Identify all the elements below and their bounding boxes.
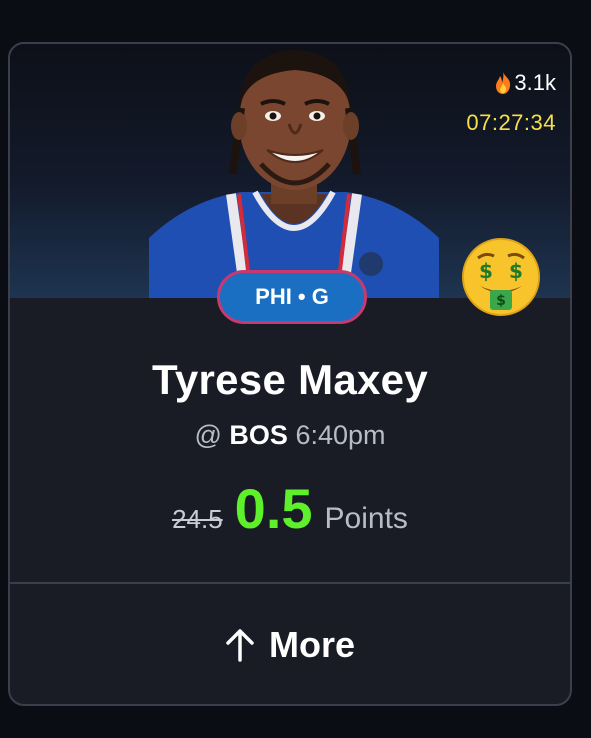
game-time: 6:40pm: [295, 420, 386, 450]
svg-text:$: $: [479, 259, 493, 283]
matchup-info: @ BOS 6:40pm: [10, 420, 570, 451]
fire-icon: [496, 72, 511, 94]
arrow-up-icon: [226, 629, 254, 662]
card-meta: 3.1k 07:27:34: [466, 70, 556, 136]
stat-type: Points: [324, 502, 408, 535]
popularity-value: 3.1k: [514, 70, 556, 95]
projection-card[interactable]: 3.1k 07:27:34 $ $ $ PHI • G Tyrese Maxey…: [8, 42, 572, 706]
more-label: More: [268, 624, 355, 665]
popularity-count: 3.1k: [466, 70, 556, 96]
projection-line: 24.5 0.5 Points: [10, 476, 570, 541]
matchup-prefix: @: [194, 420, 222, 450]
more-button[interactable]: More: [10, 584, 570, 704]
team-position-badge: PHI • G: [217, 270, 367, 324]
svg-text:$: $: [496, 293, 506, 309]
original-line: 24.5: [172, 504, 223, 534]
player-name: Tyrese Maxey: [151, 356, 428, 403]
discounted-line: 0.5: [234, 477, 313, 540]
page-edge: [581, 0, 591, 738]
countdown-timer: 07:27:34: [466, 110, 556, 135]
player-photo: [149, 44, 439, 298]
opponent-team: BOS: [229, 420, 288, 450]
svg-text:$: $: [509, 259, 523, 283]
player-hero: 3.1k 07:27:34 $ $ $: [10, 44, 570, 316]
money-mouth-face-icon: $ $ $: [462, 238, 540, 316]
